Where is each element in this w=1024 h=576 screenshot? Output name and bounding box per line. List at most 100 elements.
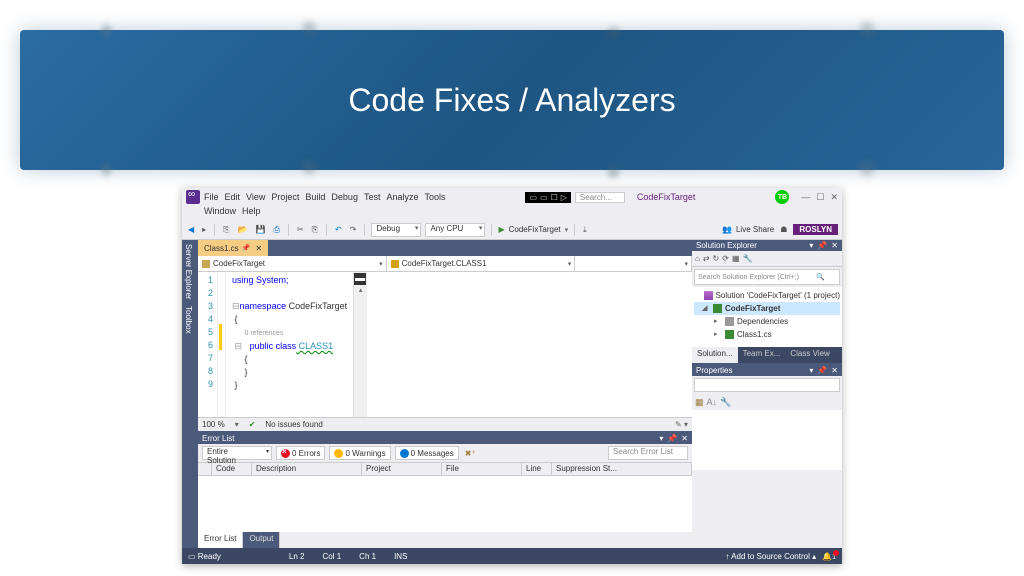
se-show-all-button[interactable]: ▦: [732, 254, 740, 263]
errors-filter[interactable]: 0 Errors: [276, 446, 325, 460]
messages-filter[interactable]: 0 Messages: [395, 446, 459, 460]
code-content[interactable]: using System; ⊟namespace CodeFixTarget {…: [226, 272, 353, 417]
tree-dependencies-node[interactable]: ▸Dependencies: [694, 315, 840, 328]
run-target-combo[interactable]: CodeFixTarget: [509, 225, 561, 234]
split-button[interactable]: ▬: [354, 273, 366, 285]
menu-view[interactable]: View: [246, 192, 265, 202]
se-refresh-button[interactable]: ↻: [713, 254, 720, 263]
code-editor[interactable]: 123456789 using System; ⊟namespace CodeF…: [198, 272, 692, 417]
col-file[interactable]: File: [442, 463, 522, 475]
right-dock: Solution Explorer ▾📌✕ ⌂ ⇄ ↻ ⟳ ▦ 🔧 Search…: [692, 240, 842, 548]
nav-type-combo[interactable]: CodeFixTarget.CLASS1: [387, 256, 576, 271]
se-close-button[interactable]: ✕: [831, 241, 838, 250]
prop-close-button[interactable]: ✕: [831, 366, 838, 375]
solution-search-input[interactable]: Search Solution Explorer (Ctrl+;): [694, 269, 840, 285]
menu-tools[interactable]: Tools: [425, 192, 446, 202]
zoom-combo[interactable]: 100 %: [202, 420, 225, 429]
status-ready: ▭ Ready: [188, 552, 221, 561]
user-avatar[interactable]: TB: [775, 190, 789, 204]
nav-scope-combo[interactable]: CodeFixTarget: [198, 256, 387, 271]
save-all-button[interactable]: ⎙: [272, 225, 282, 235]
panel-close-button[interactable]: ✕: [681, 434, 688, 443]
se-collapse-button[interactable]: ⇄: [703, 254, 710, 263]
slide-banner: Code Fixes / Analyzers: [20, 30, 1004, 170]
config-combo[interactable]: Debug: [371, 223, 421, 237]
nav-type-label: CodeFixTarget.CLASS1: [402, 259, 487, 268]
vertical-scrollbar[interactable]: ▬ ▴: [353, 272, 367, 417]
tab-class-view[interactable]: Class View: [785, 347, 834, 363]
presentation-toolbar[interactable]: ▭▭☐▷: [525, 192, 570, 203]
toolbox-tab[interactable]: Toolbox: [184, 306, 196, 334]
close-button[interactable]: ✕: [830, 192, 838, 203]
global-search-input[interactable]: Search...: [575, 192, 625, 203]
tree-project-node[interactable]: ◢CodeFixTarget: [694, 302, 840, 315]
cut-button[interactable]: ✂: [295, 225, 306, 234]
se-menu-button[interactable]: ▾: [809, 241, 813, 250]
tree-solution-node[interactable]: Solution 'CodeFixTarget' (1 project): [694, 289, 840, 302]
col-project[interactable]: Project: [362, 463, 442, 475]
minimize-button[interactable]: —: [801, 192, 810, 203]
alphabetical-button[interactable]: A↓: [707, 397, 718, 407]
panel-pin-button[interactable]: 📌: [667, 434, 677, 443]
error-icon: [281, 449, 290, 458]
se-pin-button[interactable]: 📌: [817, 241, 827, 250]
copy-button[interactable]: ⎘: [310, 225, 320, 235]
file-tab-class1[interactable]: Class1.cs 📌 ✕: [198, 240, 268, 256]
solution-name-label: CodeFixTarget: [637, 192, 696, 202]
back-button[interactable]: ◀: [186, 225, 196, 234]
tab-solution-explorer[interactable]: Solution...: [692, 347, 738, 363]
nav-member-combo[interactable]: [575, 256, 692, 271]
status-col: Col 1: [322, 552, 341, 561]
undo-button[interactable]: ↶: [333, 225, 344, 234]
col-line[interactable]: Line: [522, 463, 552, 475]
save-button[interactable]: 💾: [254, 225, 268, 234]
tab-error-list[interactable]: Error List: [198, 532, 243, 548]
categorized-button[interactable]: ▦: [695, 397, 704, 408]
property-pages-button[interactable]: 🔧: [720, 397, 731, 408]
error-scope-combo[interactable]: Entire Solution: [202, 446, 272, 460]
notifications-button[interactable]: 🔔1: [822, 552, 836, 561]
se-sync-button[interactable]: ⟳: [722, 254, 729, 263]
open-button[interactable]: 📂: [236, 225, 250, 234]
panel-menu-button[interactable]: ▾: [659, 434, 663, 443]
warnings-filter[interactable]: 0 Warnings: [329, 446, 390, 460]
step-button[interactable]: ⤓: [581, 225, 589, 235]
tab-team-explorer[interactable]: Team Ex...: [738, 347, 786, 363]
document-tab-well: Class1.cs 📌 ✕: [198, 240, 692, 256]
redo-button[interactable]: ↷: [348, 225, 359, 234]
forward-button[interactable]: ▸: [200, 225, 208, 234]
menu-file[interactable]: File: [204, 192, 219, 202]
col-suppression[interactable]: Suppression St...: [552, 463, 692, 475]
new-project-button[interactable]: ⎘: [221, 225, 231, 235]
pin-icon[interactable]: 📌: [242, 244, 251, 252]
account-pill[interactable]: ROSLYN: [793, 224, 838, 235]
server-explorer-tab[interactable]: Server Explorer: [184, 244, 196, 300]
col-description[interactable]: Description: [252, 463, 362, 475]
platform-combo[interactable]: Any CPU: [425, 223, 485, 237]
menu-test[interactable]: Test: [364, 192, 381, 202]
live-share-button[interactable]: Live Share: [736, 225, 774, 234]
maximize-button[interactable]: ☐: [816, 192, 824, 203]
menu-window[interactable]: Window: [204, 206, 236, 218]
menu-help[interactable]: Help: [242, 206, 261, 218]
se-home-button[interactable]: ⌂: [695, 254, 700, 263]
tree-file-node[interactable]: ▸Class1.cs: [694, 328, 840, 341]
prop-menu-button[interactable]: ▾: [809, 366, 813, 375]
editor-options-button[interactable]: ✎ ▾: [675, 420, 688, 429]
issues-label: No issues found: [265, 420, 322, 429]
close-tab-icon[interactable]: ✕: [255, 244, 262, 253]
source-control-button[interactable]: ↑ Add to Source Control ▴: [725, 552, 816, 561]
feedback-button[interactable]: ☗: [778, 225, 789, 234]
build-intellisense-filter[interactable]: ✖⁺: [463, 449, 478, 458]
menu-debug[interactable]: Debug: [331, 192, 358, 202]
prop-pin-button[interactable]: 📌: [817, 366, 827, 375]
tab-output[interactable]: Output: [243, 532, 280, 548]
error-grid-body: [198, 476, 692, 532]
menu-edit[interactable]: Edit: [225, 192, 241, 202]
se-properties-button[interactable]: 🔧: [743, 254, 753, 263]
error-search-input[interactable]: Search Error List: [608, 446, 688, 460]
menu-build[interactable]: Build: [305, 192, 325, 202]
menu-analyze[interactable]: Analyze: [386, 192, 418, 202]
change-margin: [218, 272, 226, 417]
menu-project[interactable]: Project: [271, 192, 299, 202]
